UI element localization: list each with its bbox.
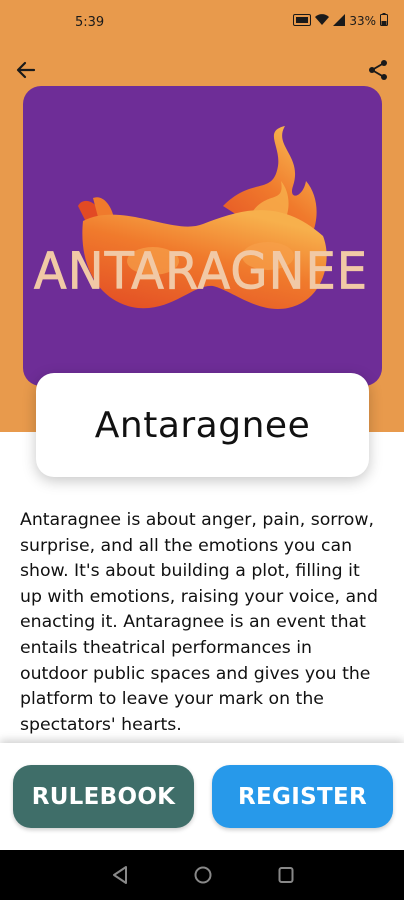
event-title-card: Antaragnee (36, 373, 369, 477)
register-button[interactable]: REGISTER (212, 765, 393, 828)
status-time: 5:39 (75, 15, 105, 30)
share-button[interactable] (362, 54, 394, 86)
battery-percent: 33% (349, 14, 376, 28)
back-button[interactable] (10, 54, 42, 86)
status-bar: 5:39 33% (0, 0, 404, 44)
volte-icon (293, 13, 312, 29)
event-title: Antaragnee (94, 404, 311, 446)
battery-icon (380, 13, 388, 29)
rulebook-button[interactable]: RULEBOOK (13, 765, 194, 828)
arrow-back-icon (16, 61, 36, 79)
wifi-icon (315, 13, 330, 29)
nav-recents-icon[interactable] (278, 866, 294, 884)
signal-icon (333, 13, 346, 29)
svg-text:ANTARAGNEE: ANTARAGNEE (34, 242, 368, 301)
event-description-scroll[interactable]: Antaragnee is about anger, pain, sorrow,… (0, 508, 404, 743)
system-navigation-bar (0, 850, 404, 900)
antaragnee-logo: ANTARAGNEE (33, 126, 368, 309)
event-description: Antaragnee is about anger, pain, sorrow,… (20, 510, 379, 735)
nav-back-icon[interactable] (112, 866, 128, 884)
nav-home-icon[interactable] (194, 866, 212, 884)
event-poster: ANTARAGNEE (23, 86, 382, 386)
status-icons: 33% (293, 13, 388, 29)
share-icon (369, 60, 387, 80)
